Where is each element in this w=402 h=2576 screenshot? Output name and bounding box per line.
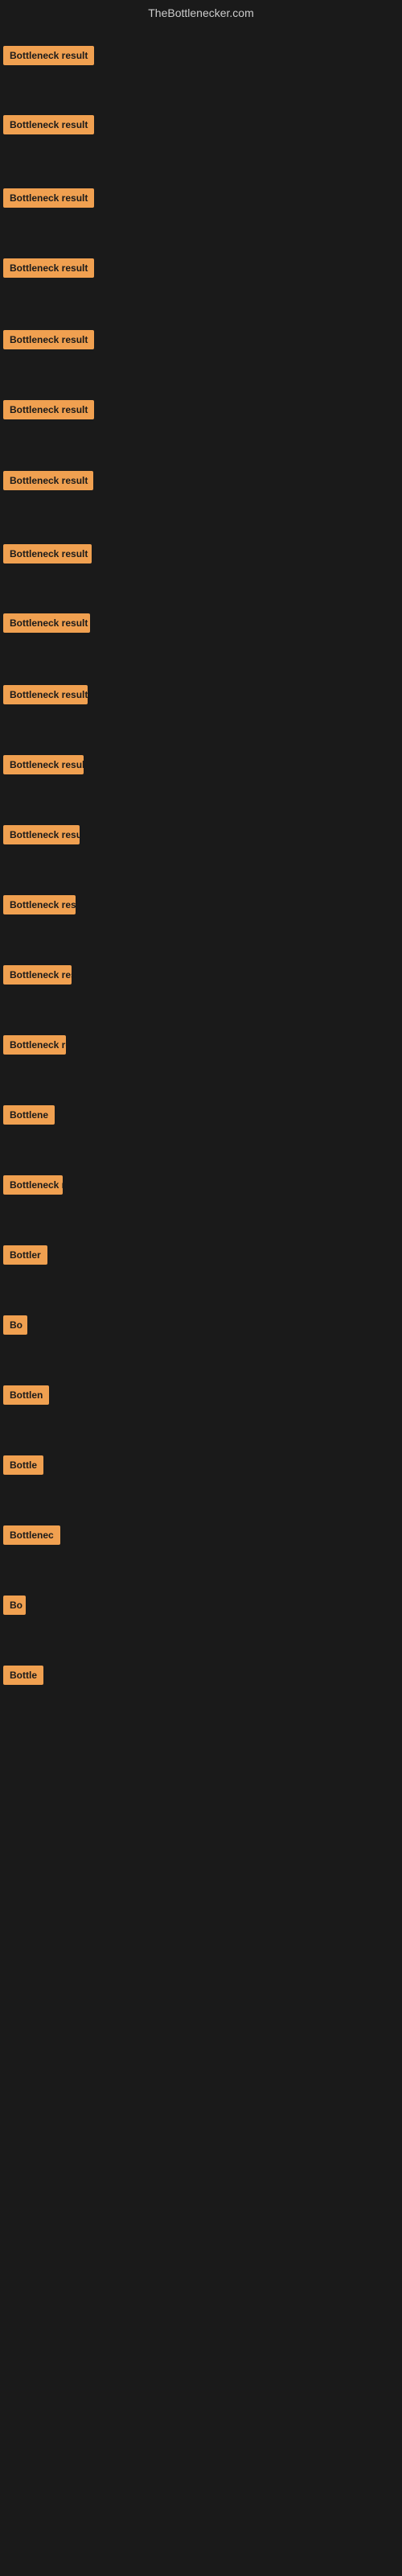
bottleneck-item[interactable]: Bottleneck result — [3, 258, 94, 282]
bottleneck-item[interactable]: Bottleneck r — [3, 1175, 63, 1199]
bottleneck-badge: Bottle — [3, 1455, 43, 1475]
bottleneck-item[interactable]: Bottleneck result — [3, 755, 84, 778]
bottleneck-item[interactable]: Bottle — [3, 1455, 43, 1479]
bottleneck-item[interactable]: Bottleneck result — [3, 400, 94, 423]
bottleneck-item[interactable]: Bo — [3, 1596, 26, 1619]
bottleneck-item[interactable]: Bottleneck re — [3, 1035, 66, 1059]
bottleneck-item[interactable]: Bottleneck result — [3, 544, 92, 568]
bottleneck-badge: Bo — [3, 1596, 26, 1615]
bottleneck-badge: Bottlene — [3, 1105, 55, 1125]
bottleneck-badge: Bottle — [3, 1666, 43, 1685]
bottleneck-item[interactable]: Bottleneck result — [3, 471, 93, 494]
bottleneck-badge: Bottleneck result — [3, 544, 92, 564]
bottleneck-badge: Bottleneck result — [3, 471, 93, 490]
bottleneck-badge: Bottleneck result — [3, 258, 94, 278]
bottleneck-item[interactable]: Bottleneck result — [3, 188, 94, 212]
bottleneck-item[interactable]: Bottleneck result — [3, 895, 76, 919]
bottleneck-item[interactable]: Bottleneck result — [3, 115, 94, 138]
bottleneck-item[interactable]: Bottleneck result — [3, 613, 90, 637]
bottleneck-badge: Bottleneck re — [3, 1035, 66, 1055]
bottleneck-badge: Bottlenec — [3, 1525, 60, 1545]
bottleneck-badge: Bottleneck result — [3, 613, 90, 633]
bottleneck-item[interactable]: Bottleneck result — [3, 330, 94, 353]
bottleneck-badge: Bottleneck result — [3, 825, 80, 844]
bottleneck-item[interactable]: Bottlenec — [3, 1525, 60, 1549]
bottleneck-item[interactable]: Bottleneck result — [3, 825, 80, 848]
bottleneck-item[interactable]: Bottlene — [3, 1105, 55, 1129]
bottleneck-badge: Bottleneck result — [3, 115, 94, 134]
bottleneck-item[interactable]: Bottler — [3, 1245, 47, 1269]
bottleneck-badge: Bo — [3, 1315, 27, 1335]
bottleneck-badge: Bottlen — [3, 1385, 49, 1405]
bottleneck-badge: Bottleneck result — [3, 188, 94, 208]
bottleneck-badge: Bottleneck result — [3, 400, 94, 419]
bottleneck-badge: Bottleneck r — [3, 1175, 63, 1195]
bottleneck-item[interactable]: Bottle — [3, 1666, 43, 1689]
bottleneck-badge: Bottleneck result — [3, 330, 94, 349]
bottleneck-badge: Bottleneck result — [3, 755, 84, 774]
bottleneck-badge: Bottleneck result — [3, 46, 94, 65]
bottleneck-item[interactable]: Bottleneck result — [3, 46, 94, 69]
bottleneck-badge: Bottleneck result — [3, 685, 88, 704]
bottleneck-item[interactable]: Bo — [3, 1315, 27, 1339]
bottleneck-item[interactable]: Bottleneck result — [3, 965, 72, 989]
bottleneck-item[interactable]: Bottlen — [3, 1385, 49, 1409]
bottleneck-badge: Bottleneck result — [3, 895, 76, 914]
bottleneck-badge: Bottler — [3, 1245, 47, 1265]
bottleneck-badge: Bottleneck result — [3, 965, 72, 985]
bottleneck-item[interactable]: Bottleneck result — [3, 685, 88, 708]
